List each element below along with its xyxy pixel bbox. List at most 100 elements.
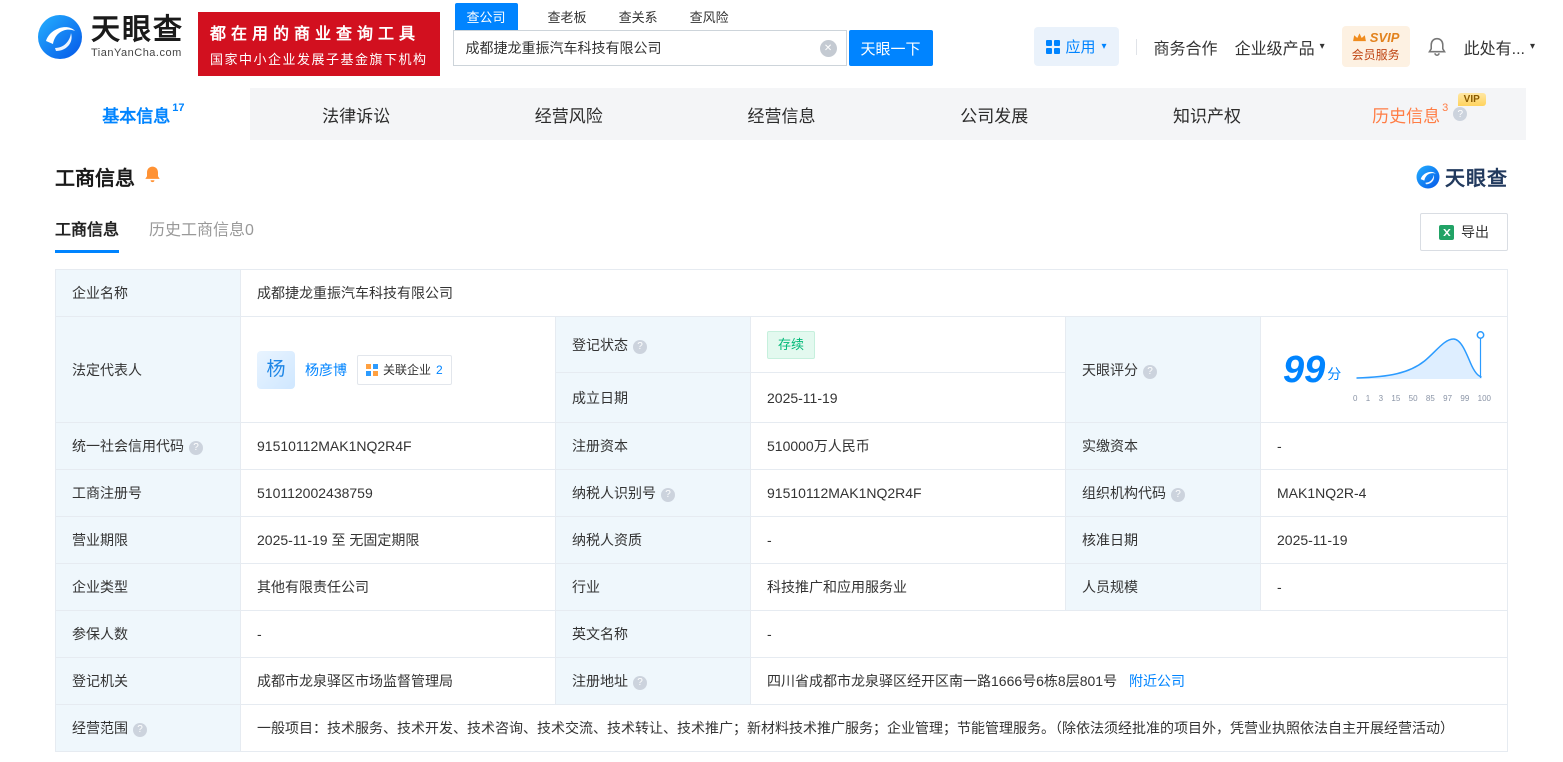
tab-label: 历史信息: [1372, 106, 1441, 126]
apps-label: 应用: [1065, 39, 1096, 56]
tab-label: 公司发展: [960, 106, 1029, 126]
field-label: 统一社会信用代码?: [55, 422, 241, 470]
clear-icon[interactable]: ✕: [819, 40, 837, 57]
watermark-logo: 天眼查: [1416, 162, 1508, 191]
reg-number-value: 510112002438759: [240, 469, 556, 517]
company-nav-tabs: 基本信息 17 法律诉讼 经营风险 经营信息 公司发展 知识产权 VIP 历史信息…: [37, 88, 1526, 140]
subscribe-bell-icon[interactable]: [143, 165, 162, 189]
search-tab-company[interactable]: 查公司: [454, 3, 518, 30]
vip-badge: VIP: [1457, 93, 1486, 106]
company-name-value: 成都捷龙重振汽车科技有限公司: [240, 269, 1508, 317]
svip-label: SVIP: [1369, 30, 1400, 45]
field-label: 经营范围?: [55, 704, 241, 752]
section-title: 工商信息: [55, 168, 135, 190]
notification-bell-icon[interactable]: [1427, 37, 1447, 57]
more-dropdown[interactable]: 此处有... ▾: [1464, 35, 1535, 59]
field-label-text: 天眼评分: [1082, 361, 1138, 378]
search-tab-risk[interactable]: 查风险: [688, 3, 731, 30]
tab-operation-info[interactable]: 经营信息: [675, 88, 888, 140]
status-badge: 存续: [767, 330, 816, 359]
excel-icon: [1439, 224, 1454, 240]
tab-label: 经营风险: [534, 106, 603, 126]
field-label: 注册资本: [555, 422, 751, 470]
subtab-business-info[interactable]: 工商信息: [55, 216, 120, 253]
business-scope-value: 一般项目：技术服务、技术开发、技术咨询、技术交流、技术转让、技术推广；新材料技术…: [240, 704, 1508, 752]
more-label: 此处有...: [1463, 40, 1525, 58]
taxpayer-id-value: 91510112MAK1NQ2R4F: [750, 469, 1066, 517]
field-label: 登记状态?: [555, 315, 751, 374]
legal-rep-cell: 杨 杨彦博 关联企业 2: [240, 316, 556, 423]
tianyancha-logo[interactable]: 天眼查 TianYanCha.com: [37, 14, 184, 60]
tab-label: 基本信息: [102, 106, 171, 126]
nearby-companies-link[interactable]: 附近公司: [1129, 673, 1185, 689]
main-content: 工商信息 天眼查 工商信息 历史工商信息0 导出 企业名称 成都捷龙重振汽车科技…: [0, 162, 1563, 752]
enterprise-products-link[interactable]: 企业级产品 ▾: [1235, 35, 1325, 59]
legal-rep-avatar[interactable]: 杨: [257, 350, 295, 389]
field-label: 营业期限: [55, 516, 241, 564]
help-icon[interactable]: ?: [633, 339, 647, 354]
svip-membership-button[interactable]: SVIP 会员服务: [1341, 26, 1410, 67]
promo-banner: 都在用的商业查询工具 国家中小企业发展子基金旗下机构: [198, 12, 440, 76]
staff-size-value: -: [1260, 563, 1508, 611]
tab-basic-info[interactable]: 基本信息 17: [37, 88, 250, 140]
help-icon[interactable]: ?: [133, 723, 147, 737]
business-info-table: 企业名称 成都捷龙重振汽车科技有限公司 法定代表人 杨 杨彦博 关联企业 2 登…: [55, 269, 1508, 752]
related-companies-label: 关联企业: [383, 362, 432, 377]
help-icon[interactable]: ?: [661, 488, 675, 502]
approval-date-value: 2025-11-19: [1260, 516, 1508, 564]
help-icon[interactable]: ?: [633, 676, 647, 690]
field-label-text: 注册地址: [572, 673, 628, 689]
tab-legal-litigation[interactable]: 法律诉讼: [250, 88, 463, 140]
banner-line2: 国家中小企业发展子基金旗下机构: [210, 52, 428, 67]
field-label: 行业: [555, 563, 751, 611]
reg-authority-value: 成都市龙泉驿区市场监督管理局: [240, 657, 556, 705]
help-icon[interactable]: ?: [189, 441, 203, 455]
divider: [1135, 38, 1137, 55]
tab-operation-risk[interactable]: 经营风险: [462, 88, 675, 140]
subtab-history-business-info[interactable]: 历史工商信息0: [149, 216, 254, 253]
field-label: 企业名称: [55, 269, 241, 317]
field-label-text: 纳税人识别号: [572, 485, 656, 501]
tab-company-development[interactable]: 公司发展: [888, 88, 1101, 140]
reg-address-value: 四川省成都市龙泉驿区经开区南一路1666号6栋8层801号: [767, 673, 1118, 689]
reg-address-cell: 四川省成都市龙泉驿区经开区南一路1666号6栋8层801号 附近公司: [750, 657, 1508, 705]
credit-code-value: 91510112MAK1NQ2R4F: [240, 422, 556, 470]
search-input[interactable]: [453, 31, 846, 65]
membership-label: 会员服务: [1351, 48, 1400, 62]
field-label: 企业类型: [55, 563, 241, 611]
english-name-value: -: [750, 610, 1508, 658]
business-term-value: 2025-11-19 至 无固定期限: [240, 516, 556, 564]
export-button[interactable]: 导出: [1420, 213, 1508, 251]
help-icon[interactable]: ?: [1453, 107, 1468, 121]
related-companies-badge[interactable]: 关联企业 2: [357, 354, 452, 385]
search-button[interactable]: 天眼一下: [848, 30, 933, 66]
field-label: 纳税人资质: [555, 516, 751, 564]
field-label: 实缴资本: [1065, 422, 1261, 470]
search-block: 查公司 查老板 查关系 查风险 ✕ 天眼一下: [452, 3, 933, 66]
tab-count: 17: [172, 102, 185, 114]
chevron-down-icon: ▾: [1319, 41, 1325, 52]
field-label: 组织机构代码?: [1065, 469, 1261, 517]
search-tab-relation[interactable]: 查关系: [617, 3, 660, 30]
business-cooperation-link[interactable]: 商务合作: [1154, 35, 1218, 59]
site-header: 天眼查 TianYanCha.com 都在用的商业查询工具 国家中小企业发展子基…: [0, 0, 1563, 88]
tab-history-info[interactable]: VIP 历史信息 3 ?: [1313, 88, 1526, 140]
field-label: 纳税人识别号?: [555, 469, 751, 517]
table-row: 法定代表人 杨 杨彦博 关联企业 2 登记状态? 存续 天眼评分 ? 99 分 …: [55, 315, 1508, 423]
taxpayer-qualification-value: -: [750, 516, 1066, 564]
help-icon[interactable]: ?: [1171, 488, 1185, 502]
field-label: 英文名称: [555, 610, 751, 658]
logo-domain: TianYanCha.com: [91, 46, 182, 59]
help-icon[interactable]: ?: [1143, 364, 1157, 379]
search-tab-boss[interactable]: 查老板: [546, 3, 589, 30]
industry-value: 科技推广和应用服务业: [750, 563, 1066, 611]
tab-label: 经营信息: [747, 106, 816, 126]
field-label: 核准日期: [1065, 516, 1261, 564]
apps-dropdown[interactable]: 应用 ▾: [1033, 27, 1119, 66]
tab-count: 3: [1442, 102, 1449, 114]
legal-rep-link[interactable]: 杨彦博: [305, 359, 347, 381]
field-label-text: 经营范围: [72, 720, 128, 736]
watermark-logo-icon: [1416, 165, 1440, 188]
tab-intellectual-property[interactable]: 知识产权: [1101, 88, 1314, 140]
score-unit: 分: [1327, 365, 1342, 382]
